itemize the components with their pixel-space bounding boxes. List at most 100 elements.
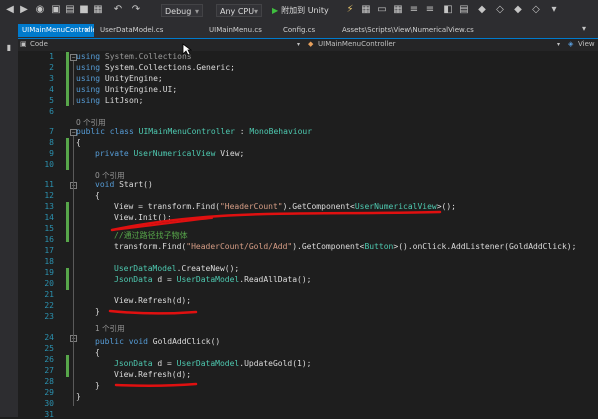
line-number: 31 — [44, 410, 54, 419]
line-number: 21 — [44, 290, 54, 299]
save-icon[interactable]: ■ — [78, 4, 90, 16]
code-line-22: } — [95, 307, 100, 316]
line-number: 19 — [44, 268, 54, 277]
tb-tool-3-icon[interactable]: ≡ — [408, 4, 420, 16]
tab-userdatamodel[interactable]: UserDataModel.cs — [96, 24, 196, 37]
tb-tool-11-icon[interactable]: ▾ — [548, 4, 560, 16]
play-icon: ▶ — [272, 6, 279, 15]
goldaddclick-reference-count[interactable]: 1 个引用 — [95, 323, 125, 334]
tb-more-icon[interactable]: ▦ — [360, 4, 372, 16]
tb-tool-6-icon[interactable]: ▤ — [458, 4, 470, 16]
solution-config-select[interactable]: Debug ▾ — [161, 4, 203, 17]
fold-guide — [73, 342, 74, 396]
tb-tool-7-icon[interactable]: ◆ — [476, 4, 488, 16]
line-number: 3 — [49, 74, 54, 83]
member-value: View — [578, 40, 595, 48]
line-number: 15 — [44, 224, 54, 233]
hot-reload-icon[interactable]: ⚡ — [344, 4, 356, 16]
class-icon: ◆ — [308, 40, 314, 48]
code-line-16: transform.Find("HeaderCount/Gold/Add").G… — [114, 242, 577, 251]
line-number: 11 — [44, 180, 54, 189]
tab-uimainmenucontroller[interactable]: UIMainMenuController.cs× — [18, 24, 94, 37]
save-all-icon[interactable]: ▦ — [92, 4, 104, 16]
line-number: 16 — [44, 235, 54, 244]
line-number: 7 — [49, 127, 54, 136]
tab-overflow-icon[interactable]: ▾ — [578, 23, 590, 35]
side-panel-strip: ▮ — [0, 38, 18, 417]
line-number: 23 — [44, 312, 54, 321]
undo-history-icon[interactable]: ◉ — [34, 4, 46, 16]
line-number: 28 — [44, 377, 54, 386]
change-marker — [66, 138, 69, 170]
tab-label: Assets\Scripts\View\NumericalView.cs — [342, 26, 474, 34]
code-line-13: View = transform.Find("HeaderCount").Get… — [114, 202, 456, 211]
line-number: 9 — [49, 149, 54, 158]
forward-icon[interactable]: ▶ — [18, 4, 30, 16]
open-file-icon[interactable]: ▤ — [64, 4, 76, 16]
line-number: 17 — [44, 246, 54, 255]
code-line-28: } — [95, 381, 100, 390]
line-number: 6 — [49, 107, 54, 116]
code-line-11: void Start() — [95, 180, 153, 189]
tb-tool-9-icon[interactable]: ◆ — [512, 4, 524, 16]
member-dropdown[interactable]: ◈ View — [566, 39, 598, 50]
line-number: 5 — [49, 96, 54, 105]
attach-label: 附加到 Unity — [281, 6, 329, 15]
code-line-24: public void GoldAddClick() — [95, 337, 221, 346]
redo-icon[interactable]: ↷ — [130, 4, 142, 16]
platform-value: Any CPU — [220, 7, 255, 16]
code-line-7: public class UIMainMenuController : Mono… — [76, 127, 313, 136]
tb-tool-10-icon[interactable]: ◇ — [530, 4, 542, 16]
change-marker — [66, 355, 69, 377]
class-dropdown[interactable]: ◆ UIMainMenuController ▾ — [306, 39, 564, 50]
line-number: 14 — [44, 213, 54, 222]
code-line-1: using System.Collections — [76, 52, 192, 61]
tb-tool-8-icon[interactable]: ◇ — [494, 4, 506, 16]
document-tabs: UIMainMenuController.cs× UserDataModel.c… — [0, 22, 598, 38]
code-line-9: private UserNumericalView View; — [95, 149, 245, 158]
change-marker — [66, 52, 69, 106]
change-marker — [66, 202, 69, 242]
solution-config-value: Debug — [165, 7, 192, 16]
tb-tool-2-icon[interactable]: ▦ — [392, 4, 404, 16]
back-icon[interactable]: ◀ — [4, 4, 16, 16]
undo-icon[interactable]: ↶ — [112, 4, 124, 16]
line-number: 20 — [44, 279, 54, 288]
code-line-14: View.Init(); — [114, 213, 172, 222]
platform-select[interactable]: Any CPU ▾ — [216, 4, 262, 17]
csharp-project-icon: ▣ — [20, 40, 27, 48]
line-number: 29 — [44, 388, 54, 397]
class-value: UIMainMenuController — [318, 40, 396, 48]
attach-unity-button[interactable]: ▶ 附加到 Unity — [272, 4, 329, 17]
tb-tool-1-icon[interactable]: ▭ — [376, 4, 388, 16]
mouse-cursor-icon — [182, 43, 192, 56]
code-line-2: using System.Collections.Generic; — [76, 63, 235, 72]
code-line-21: View.Refresh(d); — [114, 296, 192, 305]
line-number: 30 — [44, 399, 54, 408]
project-value: Code — [30, 40, 48, 48]
line-number: 8 — [49, 138, 54, 147]
tab-uimainmenu[interactable]: UIMainMenu.cs — [205, 24, 275, 37]
code-line-25: { — [95, 348, 100, 357]
line-number: 1 — [49, 52, 54, 61]
new-project-icon[interactable]: ▣ — [50, 4, 62, 16]
line-number: 26 — [44, 355, 54, 364]
close-tab-icon[interactable]: × — [84, 24, 90, 37]
code-line-18: UserDataModel.CreateNew(); — [114, 264, 240, 273]
line-number: 10 — [44, 160, 54, 169]
navigation-bar: ▣ Code ▾ ◆ UIMainMenuController ▾ ◈ View — [18, 38, 598, 51]
project-dropdown[interactable]: ▣ Code ▾ — [18, 39, 304, 50]
line-number: 4 — [49, 85, 54, 94]
tab-label: UIMainMenu.cs — [209, 26, 262, 34]
toolbox-icon[interactable]: ▮ — [3, 42, 15, 54]
tab-label: Config.cs — [283, 26, 316, 34]
tab-config[interactable]: Config.cs — [279, 24, 333, 37]
tab-numericalview[interactable]: Assets\Scripts\View\NumericalView.cs — [338, 24, 488, 37]
code-line-12: { — [95, 191, 100, 200]
code-line-27: View.Refresh(d); — [114, 370, 192, 379]
tb-tool-4-icon[interactable]: ≡ — [424, 4, 436, 16]
tb-tool-5-icon[interactable]: ◧ — [442, 4, 454, 16]
code-line-29: } — [76, 392, 81, 401]
line-number: 2 — [49, 63, 54, 72]
line-number: 22 — [44, 301, 54, 310]
